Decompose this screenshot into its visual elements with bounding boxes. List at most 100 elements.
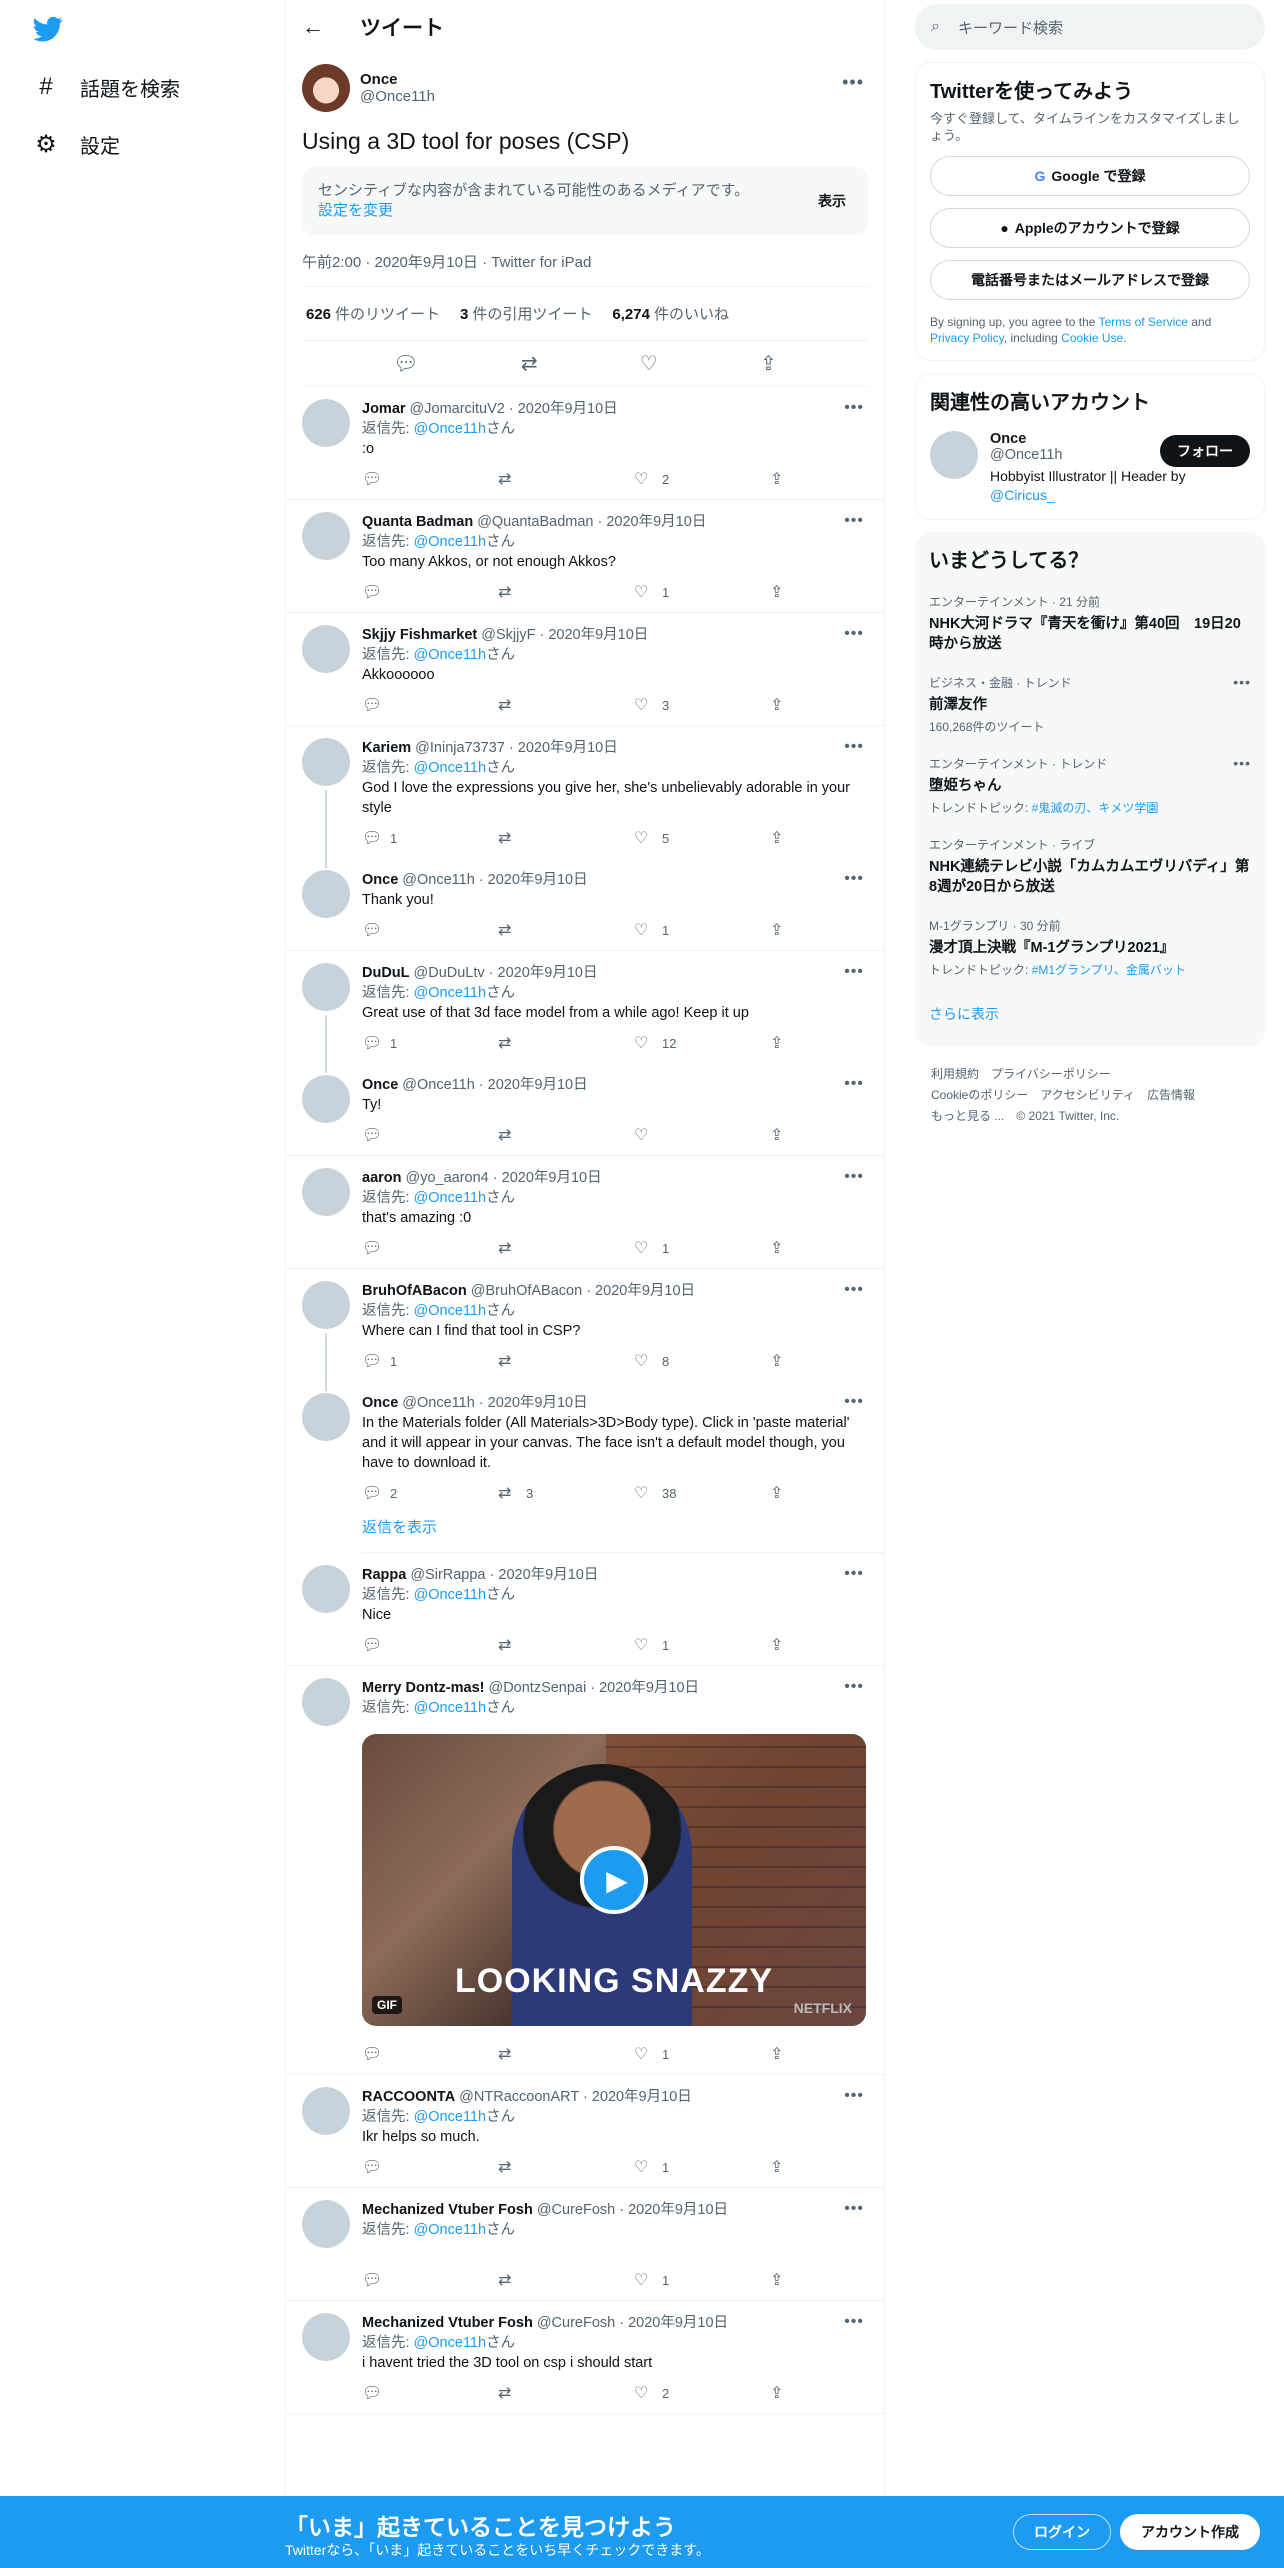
reply-author-handle[interactable]: @Ininja73737 · 2020年9月10日 xyxy=(415,738,618,758)
share-button[interactable]: ⇪ xyxy=(770,920,810,940)
reply-button[interactable]: 💬︎ xyxy=(362,1125,498,1145)
reply-author-handle[interactable]: @Once11h · 2020年9月10日 xyxy=(402,870,587,890)
share-button[interactable]: ⇪ xyxy=(770,828,810,848)
share-button[interactable]: ⇪ xyxy=(770,1033,810,1053)
share-button[interactable]: ⇪ xyxy=(770,1125,810,1145)
retweet-button[interactable]: ⇄ xyxy=(498,920,634,940)
more-icon[interactable]: ••• xyxy=(844,2087,864,2105)
like-button[interactable]: ♡ 5 xyxy=(634,828,770,848)
reply-author-handle[interactable]: @DontzSenpai · 2020年9月10日 xyxy=(488,1678,699,1698)
more-icon[interactable]: ••• xyxy=(844,1565,864,1583)
reply-author-handle[interactable]: @QuantaBadman · 2020年9月10日 xyxy=(477,512,706,532)
avatar[interactable] xyxy=(302,1393,350,1441)
footer-link[interactable]: 利用規約 xyxy=(931,1067,979,1081)
change-settings-link[interactable]: 設定を変更 xyxy=(318,202,393,219)
avatar[interactable] xyxy=(302,1678,350,1726)
more-icon[interactable]: ••• xyxy=(842,72,864,93)
like-button[interactable]: ♡ 12 xyxy=(634,1033,770,1053)
avatar[interactable] xyxy=(302,738,350,786)
share-button[interactable]: ⇪ xyxy=(770,695,810,715)
reply-button[interactable]: 💬︎ xyxy=(362,695,498,715)
like-button[interactable]: ♡ 38 xyxy=(634,1483,770,1503)
footer-link[interactable]: もっと見る ... xyxy=(931,1109,1004,1123)
reply-author-handle[interactable]: @NTRaccoonART · 2020年9月10日 xyxy=(459,2087,692,2107)
retweet-button[interactable]: ⇄ xyxy=(498,2383,634,2403)
reply-to-link[interactable]: @Once11h xyxy=(414,760,487,776)
gif-media[interactable]: ▶ LOOKING SNAZZY GIF NETFLIX xyxy=(362,1734,866,2026)
search-input[interactable]: ⌕ キーワード検索 xyxy=(915,4,1265,50)
reply-author-handle[interactable]: @BruhOfABacon · 2020年9月10日 xyxy=(471,1281,695,1301)
like-button[interactable]: ♡ 1 xyxy=(634,2157,770,2177)
more-icon[interactable]: ••• xyxy=(844,512,864,530)
share-button[interactable]: ⇪ xyxy=(770,582,810,602)
retweet-button[interactable]: ⇄ xyxy=(498,582,634,602)
reply-author-name[interactable]: Kariem xyxy=(362,738,411,758)
reply-button[interactable]: 💬︎ 1 xyxy=(362,1351,498,1371)
share-button[interactable]: ⇪ xyxy=(770,1635,810,1655)
more-icon[interactable]: ••• xyxy=(1233,755,1251,771)
twitter-logo-icon[interactable] xyxy=(32,14,64,44)
reply-button[interactable]: 💬︎ xyxy=(362,582,498,602)
reply-button[interactable]: 💬︎ 1 xyxy=(362,1033,498,1053)
avatar[interactable] xyxy=(302,1565,350,1613)
more-icon[interactable]: ••• xyxy=(844,1281,864,1299)
reply-button[interactable]: 💬︎ xyxy=(362,2270,498,2290)
like-button[interactable]: ♡ xyxy=(634,1125,770,1145)
more-icon[interactable]: ••• xyxy=(844,2200,864,2218)
like-button[interactable]: ♡ 2 xyxy=(634,2383,770,2403)
more-icon[interactable]: ••• xyxy=(844,625,864,643)
trend-topic-link[interactable]: #鬼滅の刃、キメツ学園 xyxy=(1032,801,1159,815)
bio-link[interactable]: @Ciricus_ xyxy=(990,487,1055,503)
reply-to-link[interactable]: @Once11h xyxy=(414,1303,487,1319)
retweet-button[interactable]: ⇄ xyxy=(498,2270,634,2290)
reply-author-handle[interactable]: @Once11h · 2020年9月10日 xyxy=(402,1075,587,1095)
follow-button[interactable]: フォロー xyxy=(1160,435,1250,467)
avatar[interactable] xyxy=(302,512,350,560)
footer-link[interactable]: 広告情報 xyxy=(1147,1088,1195,1102)
nav-settings[interactable]: ⚙ 設定 xyxy=(32,124,120,164)
reply-button[interactable]: 💬︎ xyxy=(362,469,498,489)
nav-explore[interactable]: # 話題を検索 xyxy=(32,67,180,107)
google-signup-button[interactable]: G Google で登録 xyxy=(930,156,1250,196)
trend-item[interactable]: エンターテインメント · 21 分前 NHK大河ドラマ『青天を衝け』第40回 19… xyxy=(929,593,1251,654)
more-icon[interactable]: ••• xyxy=(844,399,864,417)
footer-link[interactable]: プライバシーポリシー xyxy=(991,1067,1111,1081)
related-account[interactable]: Once @Once11h Hobbyist Illustrator || He… xyxy=(930,431,1250,505)
terms-of-service-link[interactable]: Terms of Service xyxy=(1099,315,1188,329)
login-button[interactable]: ログイン xyxy=(1013,2514,1111,2550)
avatar[interactable] xyxy=(302,1281,350,1329)
privacy-policy-link[interactable]: Privacy Policy xyxy=(930,331,1004,345)
reply-button[interactable]: 💬︎ 1 xyxy=(362,828,498,848)
reply-author-name[interactable]: BruhOfABacon xyxy=(362,1281,467,1301)
reply-author-name[interactable]: Mechanized Vtuber Fosh xyxy=(362,2313,533,2333)
share-button[interactable]: ⇪ xyxy=(770,1351,810,1371)
retweet-button[interactable]: ⇄ xyxy=(498,695,634,715)
reply-author-handle[interactable]: @CureFosh · 2020年9月10日 xyxy=(537,2313,728,2333)
retweet-button[interactable]: ⇄ xyxy=(498,1635,634,1655)
avatar[interactable] xyxy=(302,64,350,112)
like-button[interactable]: ♡ 1 xyxy=(634,1238,770,1258)
retweet-button[interactable]: ⇄ 3 xyxy=(498,1483,634,1503)
quote-count[interactable]: 3 件の引用ツイート xyxy=(460,303,592,324)
more-icon[interactable]: ••• xyxy=(844,1075,864,1093)
like-button[interactable]: ♡ 2 xyxy=(634,469,770,489)
like-button[interactable]: ♡ 1 xyxy=(634,2270,770,2290)
reply-to-link[interactable]: @Once11h xyxy=(414,1587,487,1603)
cookie-use-link[interactable]: Cookie Use xyxy=(1061,331,1123,345)
reply-author-name[interactable]: Once xyxy=(362,1393,398,1413)
footer-link[interactable]: アクセシビリティ xyxy=(1040,1088,1135,1102)
reply-to-link[interactable]: @Once11h xyxy=(414,647,487,663)
reply-button[interactable]: 💬︎ xyxy=(362,2383,498,2403)
play-icon[interactable]: ▶ xyxy=(580,1846,648,1914)
apple-signup-button[interactable]: ● Appleのアカウントで登録 xyxy=(930,208,1250,248)
trend-item[interactable]: エンターテインメント · トレンド 堕姫ちゃん トレンドトピック: #鬼滅の刃、キメ… xyxy=(929,755,1251,816)
avatar[interactable] xyxy=(302,2200,350,2248)
retweet-button[interactable]: ⇄ xyxy=(498,1125,634,1145)
reply-author-name[interactable]: DuDuL xyxy=(362,963,410,983)
like-count[interactable]: 6,274 件のいいね xyxy=(612,303,729,324)
reply-button[interactable]: 💬︎ xyxy=(362,2157,498,2177)
reply-to-link[interactable]: @Once11h xyxy=(414,1190,487,1206)
share-button[interactable]: ⇪ xyxy=(770,1483,810,1503)
avatar[interactable] xyxy=(302,963,350,1011)
focal-author-name[interactable]: Once xyxy=(360,71,435,88)
